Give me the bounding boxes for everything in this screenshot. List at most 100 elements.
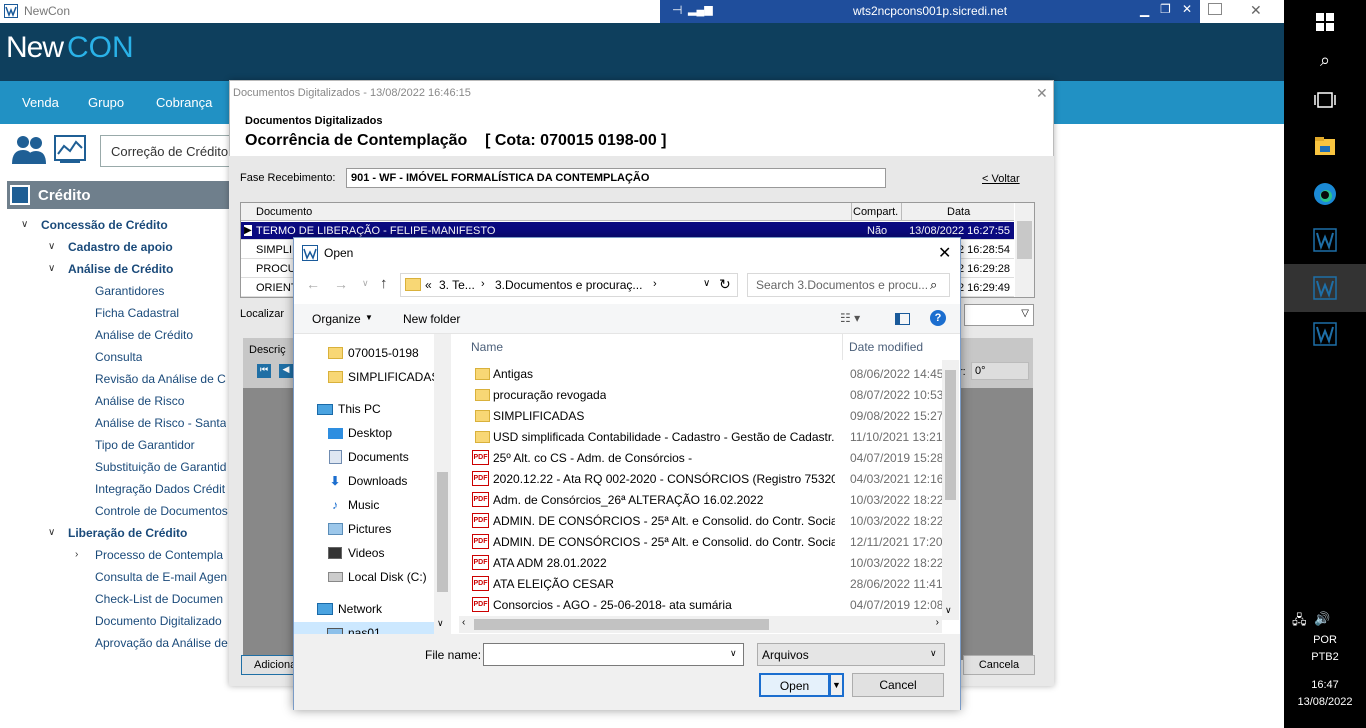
volume-icon[interactable]: 🔊 [1314,611,1330,627]
col-date-modified[interactable]: Date modified [849,340,923,354]
sidebar-item[interactable]: Documento Digitalizado [95,614,222,628]
sidebar-item[interactable]: Cadastro de apoio [68,240,173,254]
chevron-right-icon[interactable]: › [75,549,78,560]
nav-item[interactable]: Network [316,598,452,620]
chart-icon[interactable] [54,134,86,166]
lang-secondary[interactable]: PTB2 [1284,651,1366,663]
list-item[interactable]: PDF ATA ELEIÇÃO CESAR 28/06/2022 11:41 [459,574,943,594]
list-item[interactable]: PDF ADMIN. DE CONSÓRCIOS - 25ª Alt. e Con… [459,532,943,552]
chevron-down-icon[interactable]: ∨ [730,648,737,659]
network-tray-icon[interactable]: 🖧 [1292,611,1307,633]
nav-item[interactable]: nas01 [294,622,434,634]
files-hscrollbar[interactable]: ‹ › [459,616,942,633]
minimize-icon[interactable]: ▁ [1140,3,1149,17]
list-item[interactable]: PDF Consorcios - AGO - 25-06-2018- ata su… [459,595,943,615]
sidebar-item[interactable]: Liberação de Crédito [68,526,187,540]
up-icon[interactable]: ↑ [380,275,388,292]
chevron-down-icon[interactable]: ∨ [48,241,55,252]
chevron-down-icon[interactable]: ∨ [48,263,55,274]
nav-item[interactable]: This PC [316,398,452,420]
list-item[interactable]: PDF 2020.12.22 - Ata RQ 002-2020 - CONSÓR… [459,469,943,489]
address-bar[interactable]: « 3. Te... › 3.Documentos e procuraç... … [400,273,738,297]
refresh-icon[interactable]: ↻ [719,276,731,293]
list-item[interactable]: USD simplificada Contabilidade - Cadastr… [459,427,943,447]
filename-input[interactable] [483,643,744,666]
sidebar-item[interactable]: Concessão de Crédito [41,218,168,232]
sidebar-item[interactable]: Aprovação da Análise de [95,636,228,650]
chevron-down-icon[interactable]: ∨ [930,648,937,659]
new-folder-button[interactable]: New folder [403,312,460,326]
search-input[interactable]: Search 3.Documentos e procu... [747,273,950,297]
edge-icon[interactable] [1284,172,1366,216]
sidebar-item[interactable]: Consulta de E-mail Agen [95,570,227,584]
list-item[interactable]: PDF ADMIN. DE CONSÓRCIOS - 25ª Alt. e Con… [459,511,943,531]
list-item[interactable]: Antigas 08/06/2022 14:45 [459,364,943,384]
prev-page-icon[interactable]: ◀ [279,364,293,378]
close-icon[interactable]: ✕ [1036,85,1048,102]
list-item[interactable]: PDF Adm. de Consórcios_26ª ALTERAÇÃO 16.0… [459,490,943,510]
crumb-2[interactable]: 3.Documentos e procuraç... [495,278,642,292]
close-icon[interactable]: ✕ [1182,2,1192,16]
open-button[interactable]: Open [759,673,830,697]
view-icon[interactable]: ☷ ▾ [840,311,860,325]
angle-select[interactable]: 0° [971,362,1029,380]
help-icon[interactable]: ? [930,310,946,326]
sidebar-item[interactable]: Check-List de Documen [95,592,223,606]
close-icon[interactable]: ✕ [938,243,951,263]
sidebar-item[interactable]: Controle de Documentos [95,504,228,518]
pin-icon[interactable]: ⊣ [672,3,682,17]
nav-scrollbar[interactable]: ∨ [434,334,451,634]
sidebar-item[interactable]: Integração Dados Crédit [95,482,225,496]
sidebar-item[interactable]: Substituição de Garantid [95,460,226,474]
close-icon[interactable]: ✕ [1250,2,1262,19]
fase-field[interactable]: 901 - WF - IMÓVEL FORMALÍSTICA DA CONTEM… [346,168,886,188]
cancel-button[interactable]: Cancel [852,673,944,697]
forward-icon[interactable]: → [334,276,348,292]
users-icon[interactable] [12,134,46,166]
sidebar-item[interactable]: Análise de Crédito [68,262,173,276]
restore-icon[interactable] [1208,3,1222,15]
list-item[interactable]: SIMPLIFICADAS 09/08/2022 15:27 [459,406,943,426]
preview-pane-icon[interactable] [895,313,910,325]
sidebar-item[interactable]: Garantidores [95,284,164,298]
search-icon[interactable]: ⌕ [1284,38,1366,82]
file-explorer-icon[interactable] [1284,124,1366,168]
menu-venda[interactable]: Venda [22,95,59,110]
chevron-down-icon[interactable]: ∨ [21,219,28,230]
filter-select[interactable]: Arquivos [757,643,945,666]
recent-icon[interactable]: ∨ [362,278,369,289]
menu-grupo[interactable]: Grupo [88,95,124,110]
newcon-app-icon-active[interactable] [1284,264,1366,312]
newcon-app-icon[interactable] [1284,218,1366,262]
list-item[interactable]: procuração revogada 08/07/2022 10:53 [459,385,943,405]
sidebar-item[interactable]: Análise de Risco [95,394,184,408]
sidebar-item[interactable]: Análise de Crédito [95,328,193,342]
crumb-prefix[interactable]: « [425,278,432,292]
sidebar-item[interactable]: Consulta [95,350,142,364]
sidebar-item[interactable]: Tipo de Garantidor [95,438,195,452]
voltar-link[interactable]: < Voltar [982,173,1020,185]
sidebar-item[interactable]: Revisão da Análise de C [95,372,226,386]
localizar-select[interactable]: ▽ [964,304,1034,326]
col-compart[interactable]: Compart. [853,206,898,218]
organize-button[interactable]: Organize [312,312,361,326]
crumb-1[interactable]: 3. Te... [439,278,475,292]
clock-time[interactable]: 16:47 [1284,679,1366,691]
col-documento[interactable]: Documento [256,206,312,218]
open-dropdown-icon[interactable]: ▼ [829,673,844,697]
clock-date[interactable]: 13/08/2022 [1284,696,1366,708]
maximize-icon[interactable]: ❐ [1160,2,1171,16]
col-name[interactable]: Name [471,340,503,354]
first-page-icon[interactable]: ⏮ [257,364,271,378]
sidebar-item[interactable]: Ficha Cadastral [95,306,179,320]
cancela-button[interactable]: Cancela [963,655,1035,675]
back-icon[interactable]: ← [306,276,320,292]
files-vscrollbar[interactable]: ∨ [942,360,959,620]
lang-primary[interactable]: POR [1284,634,1366,646]
task-view-icon[interactable] [1284,78,1366,122]
menu-cobranca[interactable]: Cobrança [156,95,212,110]
chevron-down-icon[interactable]: ∨ [703,278,710,289]
list-item[interactable]: PDF ATA ADM 28.01.2022 10/03/2022 18:22 [459,553,943,573]
list-item[interactable]: PDF 25º Alt. co CS - Adm. de Consórcios -… [459,448,943,468]
newcon-app-icon[interactable] [1284,312,1366,356]
